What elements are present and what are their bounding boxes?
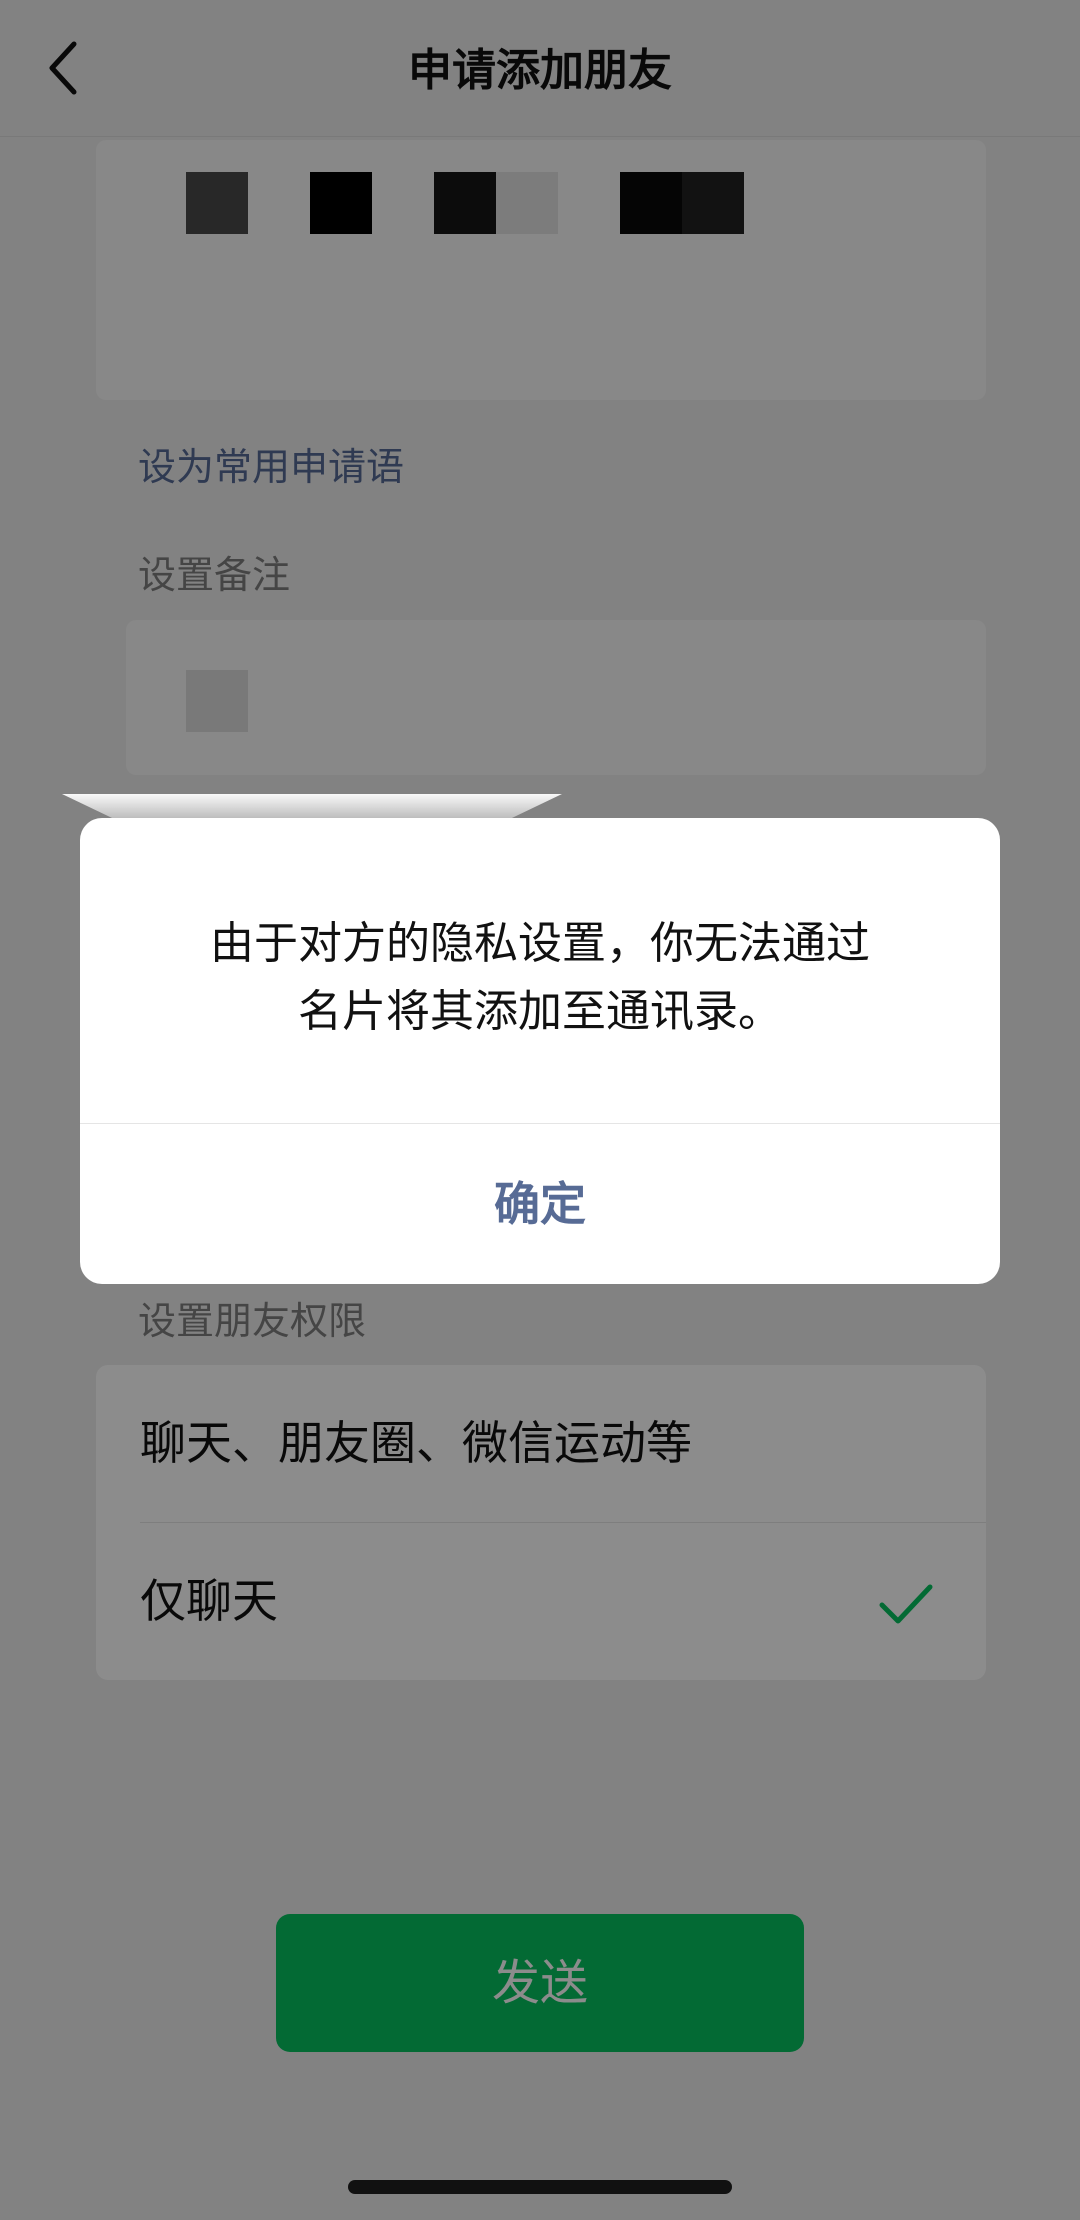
home-indicator[interactable] [348, 2180, 732, 2194]
dialog-message-line: 名片将其添加至通讯录。 [298, 986, 782, 1037]
confirm-button[interactable]: 确定 [80, 1124, 1000, 1284]
dialog-message: 由于对方的隐私设置，你无法通过 名片将其添加至通讯录。 [140, 910, 940, 1046]
privacy-alert-dialog: 由于对方的隐私设置，你无法通过 名片将其添加至通讯录。 确定 [80, 818, 1000, 1284]
dialog-message-line: 由于对方的隐私设置，你无法通过 [210, 918, 870, 969]
